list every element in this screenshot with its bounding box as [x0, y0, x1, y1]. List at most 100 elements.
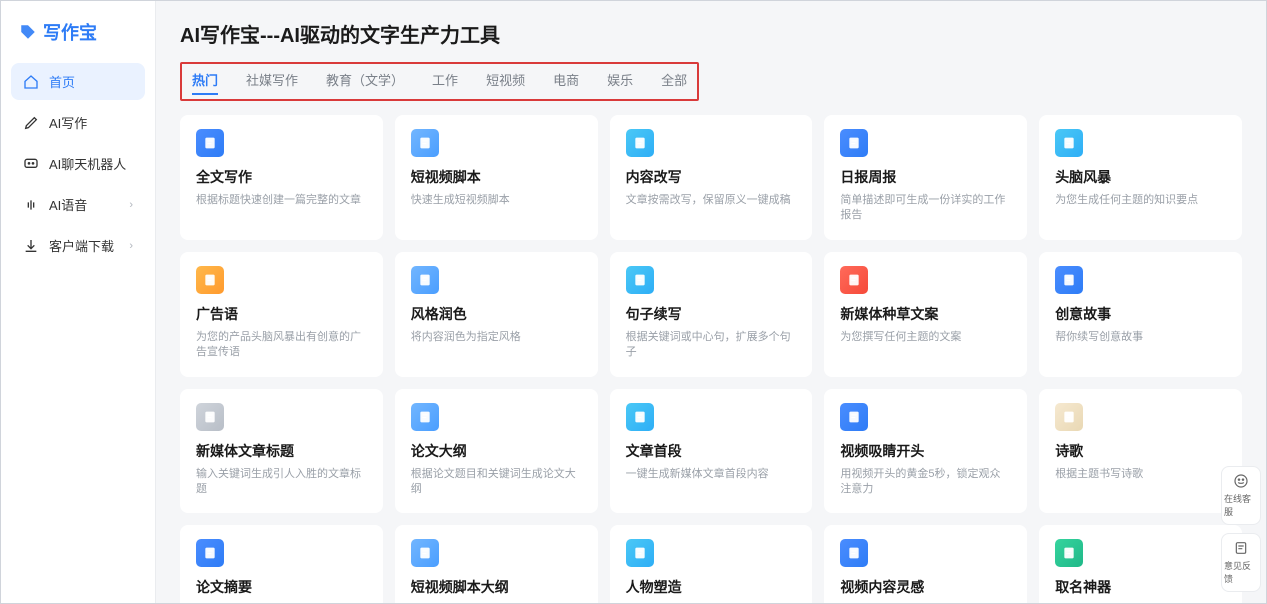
video-start-icon	[840, 403, 868, 431]
card-desc: 简单描述即可生成一份详实的工作报告	[840, 193, 1011, 224]
tool-card[interactable]: 内容改写文章按需改写，保留原义一键成稿	[610, 115, 813, 240]
tool-card[interactable]: 新媒体文章标题输入关键词生成引人入胜的文章标题	[180, 389, 383, 514]
document-icon	[196, 129, 224, 157]
tab-work[interactable]: 工作	[432, 70, 458, 95]
card-desc: 根据关键词或中心句，扩展多个句子	[626, 330, 797, 361]
sidebar-item-voice[interactable]: AI语音 ›	[11, 186, 145, 223]
tool-card[interactable]: 创意故事帮你续写创意故事	[1039, 252, 1242, 377]
person-icon	[626, 539, 654, 567]
tool-card[interactable]: 短视频脚本快速生成短视频脚本	[395, 115, 598, 240]
logo-icon	[19, 23, 37, 41]
card-desc: 将内容润色为指定风格	[411, 330, 582, 345]
sidebar-item-label: 客户端下载	[49, 236, 114, 255]
brain-icon	[1055, 129, 1083, 157]
card-title: 论文大纲	[411, 441, 582, 461]
card-title: 短视频脚本	[411, 167, 582, 187]
tool-card[interactable]: 风格润色将内容润色为指定风格	[395, 252, 598, 377]
sidebar-item-label: 首页	[49, 72, 75, 91]
name-icon	[1055, 539, 1083, 567]
card-title: 日报周报	[840, 167, 1011, 187]
tab-all[interactable]: 全部	[661, 70, 687, 95]
nav-list: 首页 AI写作 AI聊天机器人 AI语音 › 客户端下载 ›	[1, 59, 155, 272]
card-desc: 一键生成新媒体文章首段内容	[626, 467, 797, 482]
support-button[interactable]: 在线客服	[1221, 466, 1261, 525]
chevron-right-icon: ›	[129, 240, 133, 252]
floating-actions: 在线客服 意见反馈	[1221, 466, 1261, 592]
chevron-right-icon: ›	[129, 199, 133, 211]
tool-card[interactable]: 日报周报简单描述即可生成一份详实的工作报告	[824, 115, 1027, 240]
tool-card[interactable]: 诗歌根据主题书写诗歌	[1039, 389, 1242, 514]
tool-card[interactable]: 人物塑造为你故事中的角色塑造一个丰满的人物形象	[610, 525, 813, 603]
tool-card[interactable]: 论文摘要根据论文题目和关键词生成论文摘要	[180, 525, 383, 603]
card-title: 论文摘要	[196, 577, 367, 597]
rewrite-icon	[626, 129, 654, 157]
sidebar-item-label: AI写作	[49, 113, 87, 132]
tab-ecommerce[interactable]: 电商	[553, 70, 579, 95]
story-icon	[1055, 266, 1083, 294]
paragraph-icon	[626, 403, 654, 431]
card-desc: 帮你续写创意故事	[1055, 330, 1226, 345]
poem-icon	[1055, 403, 1083, 431]
card-title: 创意故事	[1055, 304, 1226, 324]
tab-shortvideo[interactable]: 短视频	[486, 70, 525, 95]
video-outline-icon	[411, 539, 439, 567]
outline-icon	[411, 403, 439, 431]
ad-icon	[196, 266, 224, 294]
logo-text: 写作宝	[43, 19, 97, 45]
tab-social[interactable]: 社媒写作	[246, 70, 298, 95]
card-title: 风格润色	[411, 304, 582, 324]
tab-hot[interactable]: 热门	[192, 70, 218, 95]
feedback-label: 意见反馈	[1224, 559, 1258, 585]
report-icon	[840, 129, 868, 157]
card-desc: 根据主题书写诗歌	[1055, 467, 1226, 482]
feedback-button[interactable]: 意见反馈	[1221, 533, 1261, 592]
support-label: 在线客服	[1224, 492, 1258, 518]
sidebar-item-chatbot[interactable]: AI聊天机器人	[11, 145, 145, 182]
video-icon	[411, 129, 439, 157]
tool-card[interactable]: 论文大纲根据论文题目和关键词生成论文大纲	[395, 389, 598, 514]
media-icon	[840, 266, 868, 294]
tool-card[interactable]: 头脑风暴为您生成任何主题的知识要点	[1039, 115, 1242, 240]
voice-icon	[23, 197, 39, 213]
sidebar-item-home[interactable]: 首页	[11, 63, 145, 100]
card-desc: 文章按需改写，保留原义一键成稿	[626, 193, 797, 208]
sidebar-item-download[interactable]: 客户端下载 ›	[11, 227, 145, 264]
card-title: 新媒体种草文案	[840, 304, 1011, 324]
sidebar-item-label: AI语音	[49, 195, 87, 214]
tool-card[interactable]: 文章首段一键生成新媒体文章首段内容	[610, 389, 813, 514]
card-desc: 为您生成任何主题的知识要点	[1055, 193, 1226, 208]
card-desc: 根据标题快速创建一篇完整的文章	[196, 193, 367, 208]
tab-education[interactable]: 教育（文学）	[326, 70, 404, 95]
tool-card[interactable]: 视频内容灵感难找点拍视频？让AI写作宝来提供灵感	[824, 525, 1027, 603]
card-desc: 用视频开头的黄金5秒，锁定观众注意力	[840, 467, 1011, 498]
card-title: 诗歌	[1055, 441, 1226, 461]
polish-icon	[411, 266, 439, 294]
card-desc: 快速生成短视频脚本	[411, 193, 582, 208]
card-desc: 根据论文题目和关键词生成论文大纲	[411, 467, 582, 498]
card-title: 视频吸睛开头	[840, 441, 1011, 461]
home-icon	[23, 74, 39, 90]
card-desc: 为您的产品头脑风暴出有创意的广告宣传语	[196, 330, 367, 361]
card-title: 内容改写	[626, 167, 797, 187]
sidebar: 写作宝 首页 AI写作 AI聊天机器人 AI语音 › 客户端下载	[1, 1, 156, 603]
card-title: 全文写作	[196, 167, 367, 187]
card-title: 人物塑造	[626, 577, 797, 597]
tool-card[interactable]: 句子续写根据关键词或中心句，扩展多个句子	[610, 252, 813, 377]
tab-entertainment[interactable]: 娱乐	[607, 70, 633, 95]
card-title: 头脑风暴	[1055, 167, 1226, 187]
sidebar-item-label: AI聊天机器人	[49, 154, 126, 173]
sidebar-item-ai-writing[interactable]: AI写作	[11, 104, 145, 141]
tool-card[interactable]: 全文写作根据标题快速创建一篇完整的文章	[180, 115, 383, 240]
tool-card[interactable]: 新媒体种草文案为您撰写任何主题的文案	[824, 252, 1027, 377]
logo[interactable]: 写作宝	[1, 11, 155, 59]
tool-card[interactable]: 视频吸睛开头用视频开头的黄金5秒，锁定观众注意力	[824, 389, 1027, 514]
tool-card[interactable]: 短视频脚本大纲生成VLOG、口播稿等短视频的拍摄大纲	[395, 525, 598, 603]
chat-icon	[23, 156, 39, 172]
page-title: AI写作宝---AI驱动的文字生产力工具	[180, 19, 1242, 48]
card-title: 视频内容灵感	[840, 577, 1011, 597]
card-title: 句子续写	[626, 304, 797, 324]
card-desc: 输入关键词生成引人入胜的文章标题	[196, 467, 367, 498]
title-icon	[196, 403, 224, 431]
tool-card[interactable]: 广告语为您的产品头脑风暴出有创意的广告宣传语	[180, 252, 383, 377]
tool-card[interactable]: 取名神器一键生成人名、公司名称	[1039, 525, 1242, 603]
